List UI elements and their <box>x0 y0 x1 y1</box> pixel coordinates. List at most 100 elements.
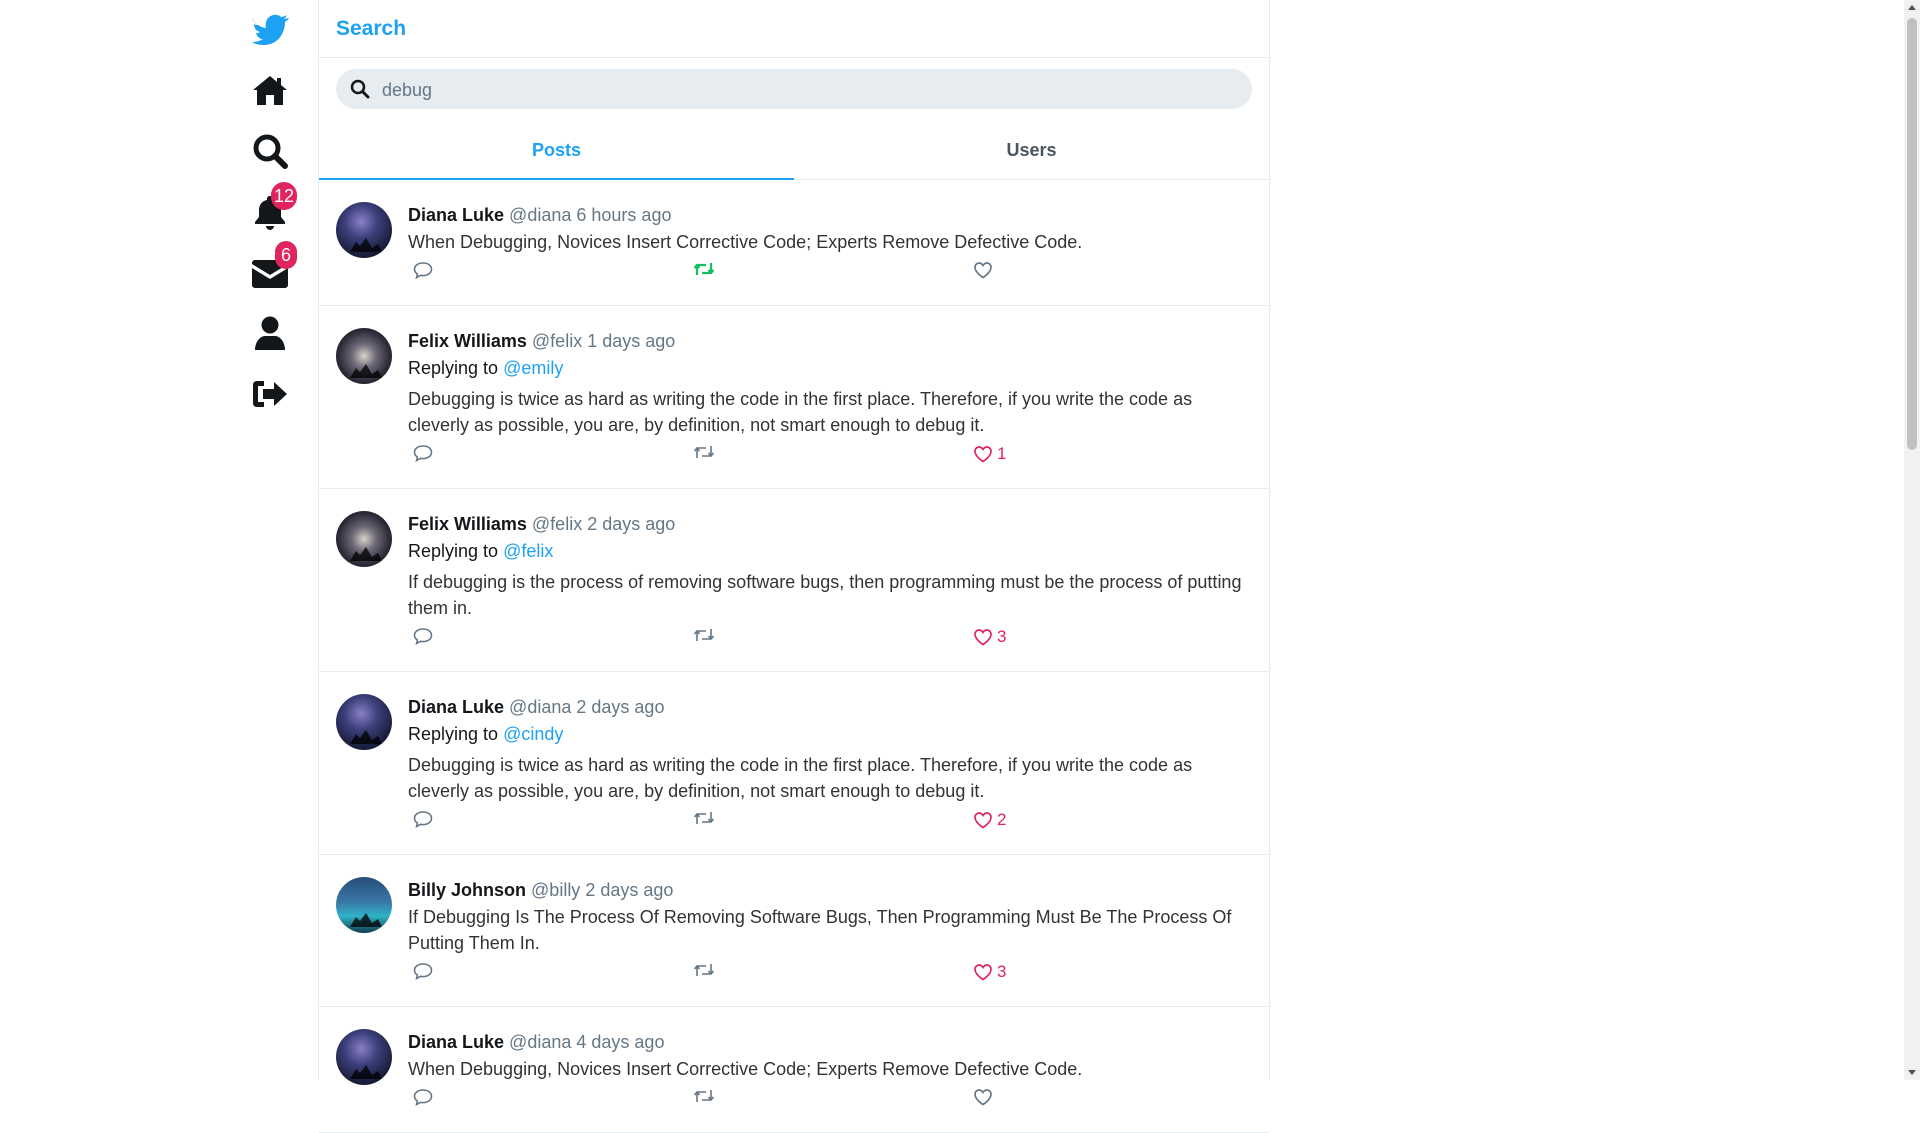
reply-button[interactable] <box>413 261 433 279</box>
reply-button[interactable] <box>413 1088 433 1106</box>
reply-button[interactable] <box>413 444 433 462</box>
comment-icon <box>413 628 433 645</box>
author-name[interactable]: Felix Williams <box>408 331 527 351</box>
post-item[interactable]: Billy Johnson @billy 2 days ago If Debugg… <box>319 855 1269 1007</box>
like-count: 1 <box>997 444 1007 463</box>
like-button[interactable]: 3 <box>973 962 1006 982</box>
tab-posts[interactable]: Posts <box>319 122 794 180</box>
reply-line: Replying to @felix <box>408 538 1252 565</box>
heart-icon <box>974 964 992 981</box>
post-time: 1 days ago <box>587 331 676 351</box>
avatar[interactable] <box>336 511 392 567</box>
post-header: Felix Williams @felix 1 days ago <box>408 328 1252 355</box>
reply-line: Replying to @emily <box>408 355 1252 382</box>
retweet-button[interactable] <box>693 1088 715 1104</box>
notifications-badge: 12 <box>271 182 298 210</box>
nav-search[interactable] <box>243 127 297 175</box>
avatar-image <box>350 547 382 561</box>
author-handle[interactable]: @felix <box>532 331 582 351</box>
scroll-thumb[interactable] <box>1907 18 1917 450</box>
avatar[interactable] <box>336 202 392 258</box>
scroll-down-arrow[interactable] <box>1908 1070 1916 1075</box>
reply-button[interactable] <box>413 962 433 980</box>
heart-icon <box>974 812 992 829</box>
author-name[interactable]: Felix Williams <box>408 514 527 534</box>
nav-notifications[interactable]: 12 <box>243 182 298 236</box>
post-item[interactable]: Felix Williams @felix 1 days ago Replying… <box>319 306 1269 489</box>
post-header: Diana Luke @diana 4 days ago <box>408 1029 1252 1056</box>
post-item[interactable]: Diana Luke @diana 4 days ago When Debuggi… <box>319 1007 1269 1133</box>
tab-users[interactable]: Users <box>794 122 1269 179</box>
post-text: Debugging is twice as hard as writing th… <box>408 389 1193 435</box>
reply-button[interactable] <box>413 627 433 645</box>
avatar-image <box>350 730 382 744</box>
comment-icon <box>413 445 433 462</box>
author-handle[interactable]: @felix <box>532 514 582 534</box>
author-handle[interactable]: @billy <box>531 880 580 900</box>
logo-link[interactable] <box>243 6 297 54</box>
reply-to-link[interactable]: @felix <box>503 541 553 561</box>
like-button[interactable]: 3 <box>973 627 1006 647</box>
avatar-image <box>350 238 382 252</box>
search-input[interactable] <box>380 69 1234 111</box>
heart-icon <box>974 262 992 279</box>
post-text: When Debugging, Novices Insert Correctiv… <box>408 232 1083 252</box>
reply-prefix: Replying to <box>408 541 499 561</box>
reply-prefix: Replying to <box>408 358 499 378</box>
author-name[interactable]: Diana Luke <box>408 1032 504 1052</box>
post-header: Felix Williams @felix 2 days ago <box>408 511 1252 538</box>
page-header: Search <box>319 0 1269 58</box>
search-box[interactable] <box>336 69 1252 111</box>
author-handle[interactable]: @diana <box>509 205 571 225</box>
search-icon <box>253 134 288 169</box>
post-time: 4 days ago <box>576 1032 665 1052</box>
post-actions: 3 <box>408 960 1252 988</box>
like-button[interactable]: 1 <box>973 444 1006 464</box>
author-name[interactable]: Diana Luke <box>408 205 504 225</box>
post-item[interactable]: Felix Williams @felix 2 days ago Replying… <box>319 489 1269 672</box>
retweet-icon <box>693 263 715 275</box>
like-button[interactable]: 2 <box>973 810 1006 830</box>
reply-to-link[interactable]: @emily <box>503 358 563 378</box>
avatar[interactable] <box>336 328 392 384</box>
post-actions: 3 <box>408 625 1252 653</box>
avatar[interactable] <box>336 877 392 933</box>
nav-logout[interactable] <box>243 370 297 418</box>
avatar[interactable] <box>336 1029 392 1085</box>
nav-profile[interactable] <box>243 309 297 357</box>
retweet-button[interactable] <box>693 444 715 460</box>
post-time: 2 days ago <box>585 880 674 900</box>
like-button[interactable] <box>973 1088 997 1106</box>
scrollbar[interactable] <box>1904 0 1920 1080</box>
reply-button[interactable] <box>413 810 433 828</box>
nav-home[interactable] <box>243 66 297 114</box>
author-handle[interactable]: @diana <box>509 1032 571 1052</box>
author-handle[interactable]: @diana <box>509 697 571 717</box>
author-name[interactable]: Diana Luke <box>408 697 504 717</box>
retweet-button[interactable] <box>693 261 715 277</box>
heart-icon <box>974 629 992 646</box>
scroll-up-arrow[interactable] <box>1908 5 1916 10</box>
post-item[interactable]: Diana Luke @diana 2 days ago Replying to … <box>319 672 1269 855</box>
post-actions <box>408 259 1252 287</box>
like-button[interactable] <box>973 261 997 279</box>
home-icon <box>253 76 287 105</box>
reply-to-link[interactable]: @cindy <box>503 724 563 744</box>
post-header: Diana Luke @diana 2 days ago <box>408 694 1252 721</box>
post-item[interactable]: Diana Luke @diana 6 hours ago When Debugg… <box>319 180 1269 306</box>
avatar[interactable] <box>336 694 392 750</box>
sign-out-icon <box>253 381 287 407</box>
reply-prefix: Replying to <box>408 724 499 744</box>
post-actions: 2 <box>408 808 1252 836</box>
post-feed: Diana Luke @diana 6 hours ago When Debugg… <box>319 180 1269 1133</box>
post-actions: 1 <box>408 442 1252 470</box>
retweet-button[interactable] <box>693 962 715 978</box>
heart-icon <box>974 1089 992 1106</box>
reply-line: Replying to @cindy <box>408 721 1252 748</box>
retweet-button[interactable] <box>693 627 715 643</box>
retweet-button[interactable] <box>693 810 715 826</box>
post-header: Billy Johnson @billy 2 days ago <box>408 877 1252 904</box>
author-name[interactable]: Billy Johnson <box>408 880 526 900</box>
nav-messages[interactable]: 6 <box>243 241 297 297</box>
retweet-icon <box>693 964 715 976</box>
